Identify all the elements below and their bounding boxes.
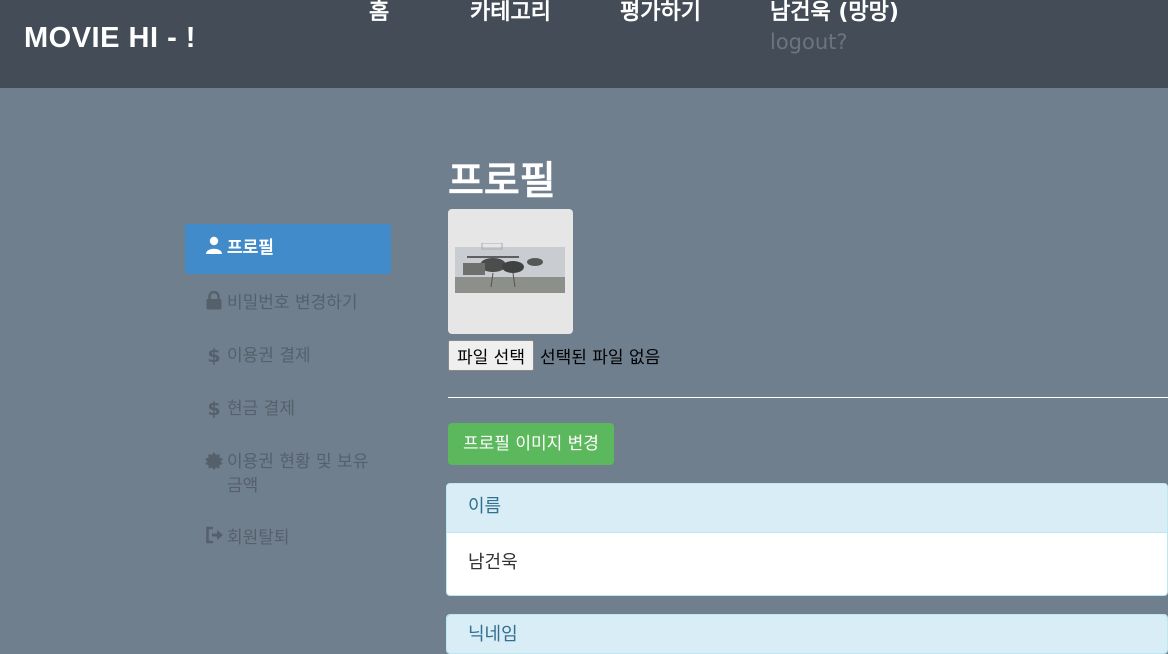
nav-home[interactable]: 홈 [369, 0, 389, 26]
profile-image [455, 243, 565, 293]
file-upload-row: 파일 선택 선택된 파일 없음 [448, 340, 660, 371]
sidebar-item-password[interactable]: 비밀번호 변경하기 [185, 277, 391, 330]
choose-file-button[interactable]: 파일 선택 [448, 340, 534, 371]
sidebar-item-label: 프로필 [227, 238, 274, 258]
nav-rate[interactable]: 평가하기 [620, 0, 701, 26]
file-status-text: 선택된 파일 없음 [539, 348, 661, 368]
change-profile-image-button[interactable]: 프로필 이미지 변경 [448, 423, 614, 465]
sidebar-item-label: 이용권 결제 [227, 346, 311, 366]
certificate-icon [203, 450, 225, 470]
brand-logo[interactable]: MOVIE HI - ! [24, 22, 196, 55]
dollar-icon: $ [207, 398, 221, 420]
user-icon [203, 236, 225, 254]
name-panel-heading: 이름 [447, 484, 1167, 533]
nav-category[interactable]: 카테고리 [470, 0, 551, 26]
divider [448, 397, 1168, 398]
profile-image-frame [448, 209, 573, 334]
sidebar-item-label: 현금 결제 [227, 399, 295, 419]
page-title: 프로필 [448, 159, 556, 204]
logout-link[interactable]: logout? [770, 30, 848, 54]
sidebar: 프로필 비밀번호 변경하기 $ 이용권 결제 $ 현금 결제 이용권 현황 및 … [185, 224, 391, 565]
sidebar-item-label: 이용권 현황 및 보유 금액 [227, 452, 369, 496]
dollar-icon: $ [207, 345, 221, 367]
top-navbar: MOVIE HI - ! 홈 카테고리 평가하기 남건욱 (망망) logout… [0, 0, 1168, 88]
lock-icon [203, 291, 225, 310]
sidebar-item-label: 비밀번호 변경하기 [227, 293, 358, 313]
nav-user[interactable]: 남건욱 (망망) [770, 0, 899, 26]
sidebar-item-pass-payment[interactable]: $ 이용권 결제 [185, 330, 391, 383]
sidebar-item-label: 회원탈퇴 [227, 528, 290, 548]
nickname-panel: 닉네임 [446, 614, 1168, 654]
logout-icon [203, 526, 225, 544]
sidebar-item-cash-payment[interactable]: $ 현금 결제 [185, 383, 391, 436]
name-panel: 이름 남건욱 [446, 483, 1168, 596]
sidebar-item-profile[interactable]: 프로필 [185, 224, 391, 274]
sidebar-item-withdraw[interactable]: 회원탈퇴 [185, 512, 391, 565]
name-panel-value: 남건욱 [468, 552, 518, 573]
nickname-panel-heading: 닉네임 [447, 615, 1167, 653]
sidebar-item-pass-status[interactable]: 이용권 현황 및 보유 금액 [185, 436, 391, 512]
